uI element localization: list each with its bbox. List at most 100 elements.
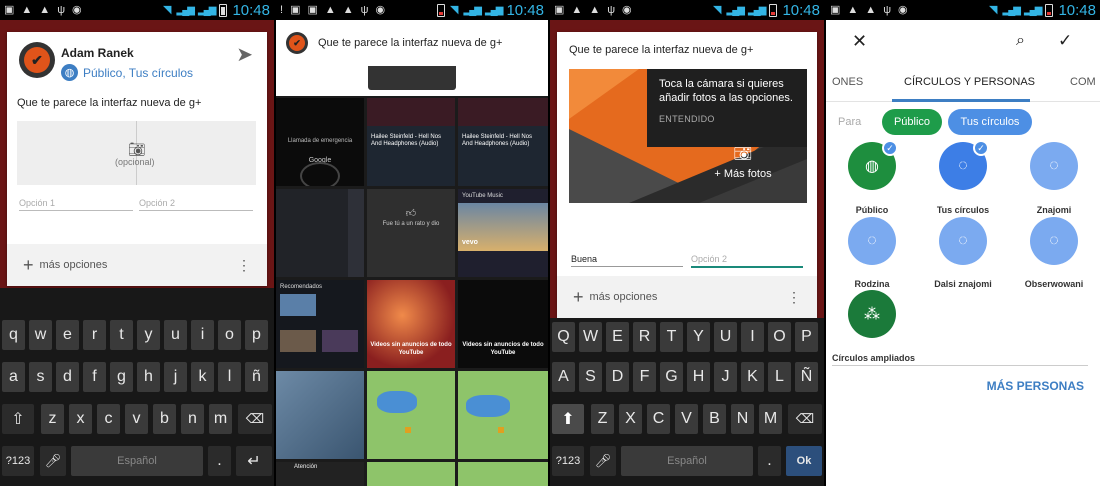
key[interactable]: P <box>795 322 818 352</box>
camera-icon[interactable]: 📷︎ <box>128 141 146 158</box>
key[interactable]: s <box>29 362 52 392</box>
key[interactable]: V <box>675 404 698 434</box>
key[interactable]: K <box>741 362 764 392</box>
circles-icon[interactable]: ◌ <box>1030 217 1078 265</box>
space-key[interactable]: Español <box>71 446 203 476</box>
key[interactable]: T <box>660 322 683 352</box>
symbols-key[interactable]: ?123 <box>552 446 584 476</box>
more-options-bar[interactable]: + más opciones ⋮ <box>7 244 267 286</box>
key[interactable]: r <box>83 320 106 350</box>
key[interactable]: p <box>245 320 268 350</box>
microphone-icon[interactable]: 🎤︎ <box>590 446 616 476</box>
key[interactable]: h <box>137 362 160 392</box>
option2-field[interactable]: Opción 2 <box>139 198 253 211</box>
add-more-photos-button[interactable]: 📷︎ + Más fotos <box>688 144 798 180</box>
key[interactable]: A <box>552 362 575 392</box>
key[interactable]: f <box>83 362 106 392</box>
photo-thumbnail[interactable] <box>367 371 455 459</box>
key[interactable]: M <box>759 404 782 434</box>
tab-previous[interactable]: ONES <box>832 76 863 88</box>
photo-thumbnail[interactable]: Llamada de emergencia Google <box>276 98 364 186</box>
key[interactable]: I <box>741 322 764 352</box>
shift-key[interactable]: ⇧ <box>2 404 34 434</box>
key[interactable]: w <box>29 320 52 350</box>
circles-icon[interactable]: ◌ <box>848 217 896 265</box>
circles-icon[interactable]: ◌ <box>1030 142 1078 190</box>
key[interactable]: H <box>687 362 710 392</box>
key[interactable]: k <box>191 362 214 392</box>
circles-icon[interactable]: ◌ ✓ <box>939 140 989 190</box>
key[interactable]: c <box>97 404 120 434</box>
tab-next[interactable]: COM <box>1070 76 1096 88</box>
key[interactable]: i <box>191 320 214 350</box>
extended-circles-icon[interactable]: ⁂ <box>848 290 896 338</box>
more-options-bar[interactable]: + más opciones ⋮ <box>557 276 817 318</box>
close-icon[interactable]: ✕ <box>852 31 867 52</box>
photo-thumbnail[interactable] <box>367 462 455 486</box>
option1-field[interactable]: Opción 1 <box>19 198 133 211</box>
microphone-icon[interactable]: 🎤︎ <box>40 446 66 476</box>
key[interactable]: b <box>153 404 176 434</box>
photo-thumbnail[interactable]: Hailee Steinfeld - Hell Nos And Headphon… <box>367 98 455 186</box>
search-icon[interactable]: ⌕ <box>1016 32 1025 50</box>
globe-icon[interactable]: ◍ ✓ <box>848 140 898 190</box>
tab-circles-people[interactable]: CÍRCULOS Y PERSONAS <box>904 76 1035 88</box>
key[interactable]: U <box>714 322 737 352</box>
space-key[interactable]: Español <box>621 446 753 476</box>
option2-field[interactable]: Opción 2 <box>691 254 803 268</box>
key[interactable]: S <box>579 362 602 392</box>
photo-thumbnail[interactable]: 👍︎ Fue tú a un rato y dio <box>367 189 455 277</box>
key[interactable]: z <box>41 404 64 434</box>
key[interactable]: Z <box>591 404 614 434</box>
period-key[interactable]: . <box>208 446 231 476</box>
photo-thumbnail[interactable] <box>276 189 364 277</box>
photo-thumbnail[interactable]: Atención <box>276 462 364 486</box>
key[interactable]: j <box>164 362 187 392</box>
photo-thumbnail[interactable] <box>276 371 364 459</box>
key[interactable]: u <box>164 320 187 350</box>
backspace-key[interactable]: ⌫ <box>788 404 822 434</box>
key[interactable]: v <box>125 404 148 434</box>
key[interactable]: N <box>731 404 754 434</box>
chip-your-circles[interactable]: Tus círculos <box>948 109 1032 135</box>
key[interactable]: n <box>181 404 204 434</box>
key[interactable]: o <box>218 320 241 350</box>
backspace-key[interactable]: ⌫ <box>238 404 272 434</box>
key[interactable]: B <box>703 404 726 434</box>
tooltip-dismiss-button[interactable]: ENTENDIDO <box>659 114 795 125</box>
key[interactable]: F <box>633 362 656 392</box>
photo-thumbnail[interactable]: Videos sin anuncios de todo YouTube <box>458 280 548 368</box>
key[interactable]: t <box>110 320 133 350</box>
key[interactable]: D <box>606 362 629 392</box>
key[interactable]: J <box>714 362 737 392</box>
key[interactable]: R <box>633 322 656 352</box>
key[interactable]: L <box>768 362 791 392</box>
key[interactable]: X <box>619 404 642 434</box>
post-text[interactable]: Que te parece la interfaz nueva de g+ <box>569 44 753 56</box>
done-check-icon[interactable]: ✓ <box>1058 31 1072 51</box>
symbols-key[interactable]: ?123 <box>2 446 34 476</box>
photo-thumbnail[interactable]: Videos sin anuncios de todo YouTube <box>367 280 455 368</box>
key[interactable]: W <box>579 322 602 352</box>
key[interactable]: Ñ <box>795 362 818 392</box>
photo-thumbnail[interactable]: Recomendados <box>276 280 364 368</box>
photo-thumbnail[interactable] <box>458 462 548 486</box>
option1-field[interactable]: Buena <box>571 254 683 267</box>
key[interactable]: d <box>56 362 79 392</box>
more-people-button[interactable]: MÁS PERSONAS <box>987 379 1084 393</box>
key[interactable]: a <box>2 362 25 392</box>
key[interactable]: Q <box>552 322 575 352</box>
photo-thumbnail[interactable] <box>276 66 548 96</box>
enter-key[interactable]: ↵ <box>236 446 272 476</box>
overflow-menu-icon[interactable]: ⋮ <box>787 289 801 306</box>
shift-key[interactable]: ⬆ <box>552 404 584 434</box>
key[interactable]: ñ <box>245 362 268 392</box>
post-text[interactable]: Que te parece la interfaz nueva de g+ <box>318 37 502 49</box>
photo-thumbnail[interactable]: YouTube Music vevo <box>458 189 548 277</box>
send-icon[interactable]: ➤ <box>236 42 253 67</box>
chip-public[interactable]: Público <box>882 109 942 135</box>
ok-key[interactable]: Ok <box>786 446 822 476</box>
period-key[interactable]: . <box>758 446 781 476</box>
key[interactable]: G <box>660 362 683 392</box>
photo-thumbnail[interactable]: Hailee Steinfeld - Hell Nos And Headphon… <box>458 98 548 186</box>
